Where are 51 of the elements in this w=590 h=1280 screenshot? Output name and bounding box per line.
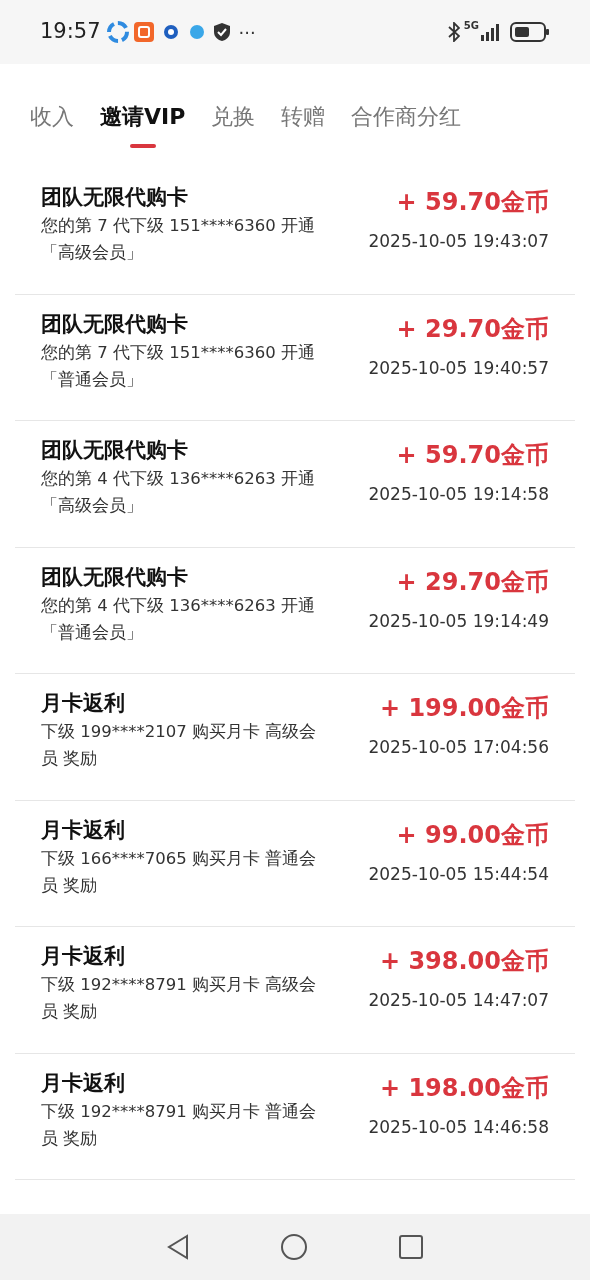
more-indicator: ···	[238, 20, 256, 45]
status-time: 19:57	[40, 18, 101, 46]
record-title: 月卡返利	[41, 1069, 126, 1097]
record-amount: + 59.70金币	[396, 187, 549, 218]
record-time: 2025-10-05 14:47:07	[368, 989, 549, 1012]
tab[interactable]: 兑换	[211, 102, 256, 148]
record-description: 您的第 7 代下级 151****6360 开通「高级会员」	[41, 215, 316, 264]
record-amount: + 29.70金币	[396, 313, 549, 345]
record-description: 下级 166****7065 购买月卡 普通会员 奖励	[41, 847, 318, 897]
record-time: 2025-10-05 14:46:58	[368, 1115, 549, 1139]
app-icon	[132, 21, 155, 43]
shield-icon	[212, 22, 231, 42]
record-amount: + 199.00金币	[379, 693, 549, 724]
battery-icon	[510, 21, 550, 43]
record-time: 2025-10-05 17:04:56	[368, 736, 549, 759]
record-time: 2025-10-05 19:14:58	[368, 483, 549, 506]
record-title: 团队无限代购卡	[41, 184, 189, 211]
record-title: 团队无限代购卡	[41, 563, 189, 591]
record-amount: + 398.00金币	[379, 946, 549, 977]
home-icon[interactable]	[280, 1233, 308, 1261]
record-title: 月卡返利	[41, 943, 126, 970]
record-time: 2025-10-05 19:43:07	[368, 230, 549, 253]
tab[interactable]: 转赠	[281, 102, 326, 148]
record-amount: + 99.00金币	[396, 819, 549, 851]
record-description: 您的第 7 代下级 151****6360 开通「普通会员」	[41, 341, 316, 391]
bluetooth-icon	[447, 22, 460, 42]
app-icon	[188, 24, 205, 40]
record-title: 月卡返利	[41, 816, 126, 844]
back-icon[interactable]	[166, 1234, 190, 1260]
record-title: 月卡返利	[41, 690, 126, 717]
record-amount: + 59.70金币	[396, 440, 549, 471]
record-description: 您的第 4 代下级 136****6263 开通「高级会员」	[41, 468, 316, 517]
record-description: 您的第 4 代下级 136****6263 开通「普通会员」	[41, 594, 316, 644]
record-time: 2025-10-05 15:44:54	[368, 862, 549, 886]
record-amount: + 198.00金币	[379, 1072, 549, 1104]
tab[interactable]: 合作商分红	[351, 102, 462, 148]
record-title: 团队无限代购卡	[41, 310, 189, 338]
tab[interactable]: 邀请VIP	[100, 102, 186, 148]
recents-icon[interactable]	[398, 1234, 424, 1260]
record-description: 下级 192****8791 购买月卡 普通会员 奖励	[41, 1100, 318, 1150]
record-time: 2025-10-05 19:14:49	[368, 609, 549, 633]
network-label: 5G	[463, 19, 479, 33]
app-icon	[106, 21, 129, 43]
record-description: 下级 192****8791 购买月卡 高级会员 奖励	[41, 974, 318, 1023]
app-icon	[162, 24, 179, 40]
record-title: 团队无限代购卡	[41, 437, 189, 464]
record-time: 2025-10-05 19:40:57	[368, 356, 549, 380]
tab[interactable]: 收入	[30, 102, 74, 148]
record-amount: + 29.70金币	[396, 566, 549, 598]
record-description: 下级 199****2107 购买月卡 高级会员 奖励	[41, 721, 318, 770]
signal-icon	[480, 22, 500, 42]
